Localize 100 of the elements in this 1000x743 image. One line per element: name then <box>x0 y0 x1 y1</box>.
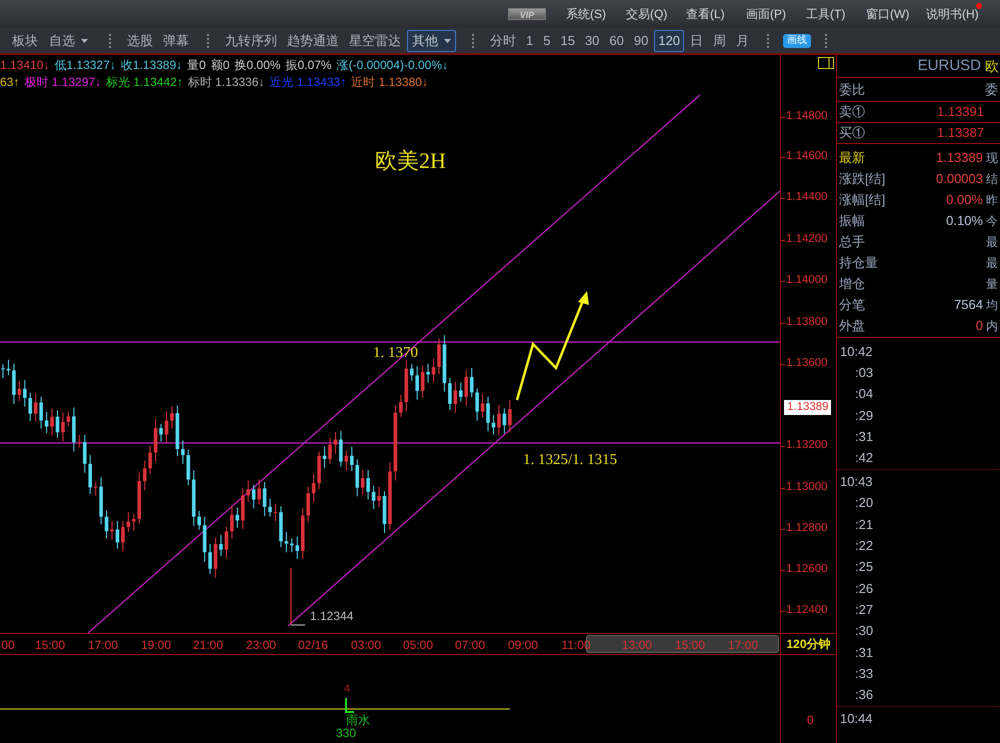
toolbar-tab[interactable]: 30 <box>580 30 604 52</box>
tick-time: :03 <box>854 364 874 382</box>
price-level-label: 1. 1325/1. 1315 <box>523 452 618 468</box>
quote-stat: 近光 1.13433↑ <box>270 74 346 90</box>
candlestick <box>317 451 321 490</box>
candlestick <box>219 534 223 557</box>
time-axis-label: 13:00 <box>622 637 652 654</box>
price-axis-label: 1.13000 <box>786 480 828 496</box>
candlestick <box>159 423 163 442</box>
candlestick <box>279 506 283 548</box>
menu-item[interactable]: 交易(Q) <box>626 5 686 23</box>
quote-stat: 额0 <box>210 56 230 74</box>
candlestick <box>399 394 403 418</box>
candlestick <box>202 516 206 562</box>
time-axis-label: 09:00 <box>508 637 538 654</box>
candlestick <box>148 445 152 475</box>
field-value: 0.10% <box>945 212 983 230</box>
quote-stat: 涨(-0.00004)-0.00%↓ <box>336 56 448 74</box>
field-label: 涨幅[结] <box>839 190 886 209</box>
toolbar-tab[interactable]: 星空雷达 <box>345 30 405 52</box>
tick-time: :22 <box>854 537 874 556</box>
time-axis-label: 00 <box>1 637 15 654</box>
field-value: 7564 <box>953 296 983 314</box>
candlestick <box>110 520 114 540</box>
candlestick <box>18 380 22 402</box>
candlestick <box>448 377 452 411</box>
dropdown-button[interactable]: 其他 <box>407 30 456 52</box>
tick-time: :21 <box>854 516 874 534</box>
quote-stat: 1.13410↓ <box>0 56 50 74</box>
symbol-name: 欧 <box>985 56 999 76</box>
field-label: 总手 <box>839 232 866 251</box>
field-label: 最 <box>986 234 998 250</box>
window-icon[interactable] <box>818 57 834 69</box>
quote-stat: 63↑ <box>0 74 20 90</box>
toolbar-tab[interactable]: 1 <box>522 30 538 52</box>
price-axis-label: 1.14800 <box>786 109 828 124</box>
candlestick <box>56 410 60 438</box>
menu-item[interactable]: 说明书(H) <box>926 5 986 23</box>
candlestick <box>214 537 218 578</box>
menu-item[interactable]: 工具(T) <box>806 5 866 23</box>
toolbar-tab[interactable]: 弹幕 <box>159 30 193 52</box>
toolbar-tab[interactable]: 分时 <box>486 30 520 52</box>
field-label: 最新 <box>839 148 866 167</box>
price-axis-label: 1.13800 <box>786 315 828 330</box>
field-value: 1.13389 <box>935 148 983 167</box>
time-axis-label: 05:00 <box>402 637 434 654</box>
toolbar-tab[interactable]: 日 <box>686 30 708 52</box>
toolbar-tab[interactable]: 月 <box>732 30 754 52</box>
toolbar-tab[interactable]: 60 <box>605 30 628 52</box>
candlestick <box>72 407 76 452</box>
candlestick <box>116 520 120 550</box>
toolbar-tab[interactable]: 90 <box>630 30 652 52</box>
quote-stat: 近时 1.13380↓ <box>351 74 428 90</box>
tick-time: 10:44 <box>839 710 874 728</box>
candlestick <box>442 334 446 392</box>
quote-stat: 收1.13389↓ <box>120 56 182 74</box>
tick-time: 10:42 <box>839 343 874 361</box>
toolbar-tab[interactable]: 15 <box>556 30 579 52</box>
toolbar-tab[interactable]: 趋势通道 <box>283 30 343 52</box>
price-axis-label: 1.13200 <box>786 438 828 454</box>
candlestick <box>126 512 130 532</box>
caret-icon <box>81 38 88 42</box>
toolbar-tab[interactable]: 九转序列 <box>221 30 281 52</box>
candlestick <box>6 359 10 376</box>
tick-time: 10:43 <box>839 473 874 492</box>
price-axis-label: 1.13600 <box>786 356 828 372</box>
menu-item[interactable]: 窗口(W) <box>866 5 926 23</box>
candlestick <box>480 394 484 418</box>
dropdown-button[interactable]: 自选 <box>44 30 93 52</box>
field-label: 买① <box>839 124 866 142</box>
candlestick <box>274 503 278 522</box>
time-axis-label: 11:00 <box>561 637 591 654</box>
candlestick <box>377 486 381 508</box>
caret-icon <box>444 38 451 42</box>
time-axis-label: 23:00 <box>246 637 276 654</box>
tick-time: :33 <box>854 664 874 683</box>
toolbar-tab[interactable]: 选股 <box>123 30 157 52</box>
toolbar-tab[interactable]: 板块 <box>8 30 42 52</box>
time-axis-label: 07:00 <box>454 637 486 654</box>
candlestick <box>382 490 386 534</box>
time-axis-label: 17:00 <box>728 637 758 654</box>
toolbar-tab[interactable]: 周 <box>709 30 730 52</box>
candlestick <box>432 358 436 383</box>
candlestick <box>121 520 125 552</box>
field-label: 最 <box>986 254 998 272</box>
menu-item[interactable]: 系统(S) <box>566 5 626 23</box>
candlestick <box>339 430 343 468</box>
toolbar-tab[interactable]: 120 <box>654 30 684 52</box>
price-axis-label: 1.12800 <box>786 521 828 536</box>
quote-stat: 振0.07% <box>286 56 332 74</box>
quote-stat: 量0 <box>187 56 206 74</box>
candlestick <box>328 437 332 464</box>
menu-item[interactable]: 查看(L) <box>686 5 746 23</box>
toolbar-tab[interactable]: 5 <box>539 30 554 52</box>
candlestick <box>502 408 506 434</box>
candlestick <box>170 406 174 429</box>
price-axis-label: 1.12400 <box>786 603 828 618</box>
signal-value: 330 <box>336 726 356 740</box>
menu-item[interactable]: 画面(P) <box>746 5 806 23</box>
signal-label: 雨水 <box>346 713 370 727</box>
